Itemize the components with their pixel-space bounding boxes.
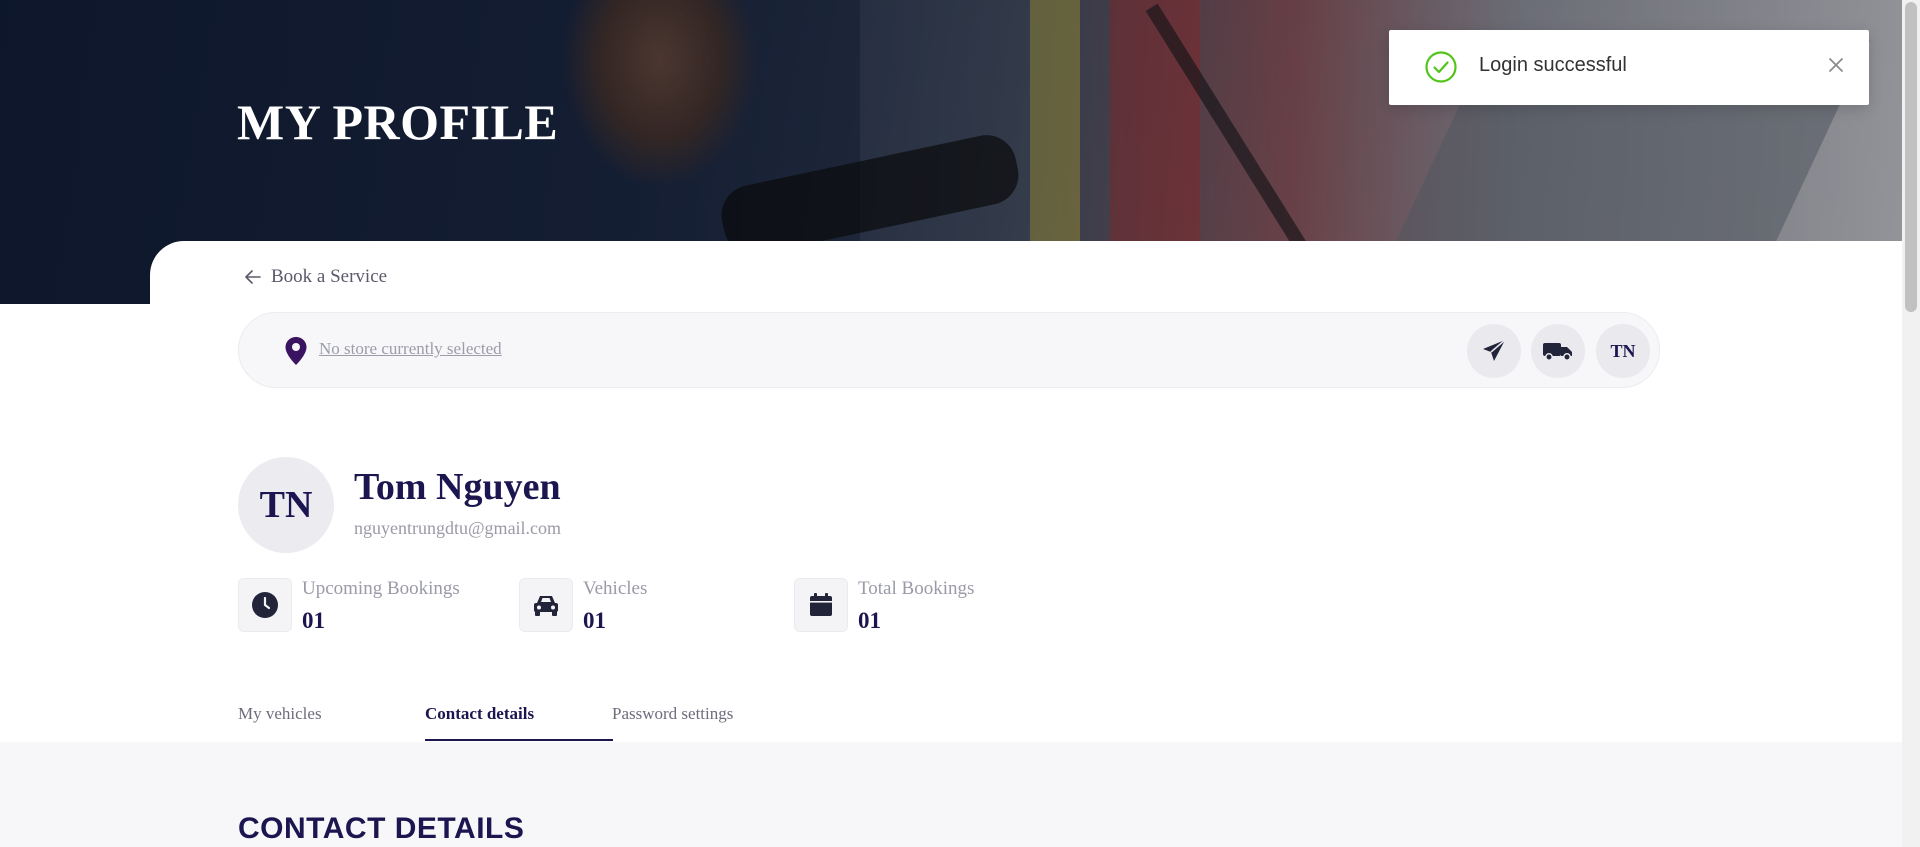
stat-upcoming-bookings: Upcoming Bookings 01	[238, 578, 460, 634]
active-tab-indicator	[425, 739, 613, 741]
stat-value: 01	[302, 608, 325, 633]
check-circle-icon	[1425, 51, 1457, 83]
paper-plane-icon	[1483, 339, 1506, 361]
calendar-icon	[810, 593, 832, 616]
section-title: CONTACT DETAILS	[238, 812, 525, 845]
page-scrollbar[interactable]	[1902, 0, 1920, 847]
stat-value: 01	[858, 608, 881, 633]
map-pin-icon	[285, 337, 307, 365]
car-icon	[534, 596, 558, 616]
scrollbar-thumb[interactable]	[1905, 2, 1917, 312]
send-button[interactable]	[1467, 324, 1521, 378]
back-link-label: Book a Service	[271, 266, 388, 287]
user-avatar-button[interactable]: TN	[1596, 324, 1650, 378]
contact-details-section: CONTACT DETAILS	[0, 742, 1902, 847]
clock-icon	[252, 592, 278, 618]
tab-my-vehicles[interactable]: My vehicles	[238, 704, 322, 724]
profile-name: Tom Nguyen	[354, 466, 561, 508]
profile-tabs: My vehicles Contact details Password set…	[0, 700, 1902, 743]
profile-email: nguyentrungdtu@gmail.com	[354, 518, 562, 538]
select-store-link[interactable]: No store currently selected	[319, 339, 502, 359]
login-success-toast: Login successful	[1389, 30, 1869, 105]
delivery-button[interactable]	[1531, 324, 1585, 378]
tab-password-settings[interactable]: Password settings	[612, 704, 733, 724]
arrow-left-icon	[245, 270, 261, 284]
stat-total-bookings: Total Bookings 01	[794, 578, 974, 634]
page-title: MY PROFILE	[237, 94, 559, 150]
stat-value: 01	[583, 608, 606, 633]
profile-avatar: TN	[238, 457, 334, 553]
stat-label: Upcoming Bookings	[302, 578, 460, 599]
truck-icon	[1543, 343, 1572, 361]
tab-contact-details[interactable]: Contact details	[425, 704, 534, 724]
stat-label: Vehicles	[583, 578, 648, 599]
toast-message: Login successful	[1479, 54, 1627, 76]
close-icon[interactable]	[1823, 52, 1849, 78]
stat-vehicles: Vehicles 01	[519, 578, 647, 634]
stat-label: Total Bookings	[858, 578, 975, 599]
store-selector-bar: No store currently selected TN	[238, 312, 1660, 388]
back-to-book-service-link[interactable]: Book a Service	[243, 266, 387, 288]
